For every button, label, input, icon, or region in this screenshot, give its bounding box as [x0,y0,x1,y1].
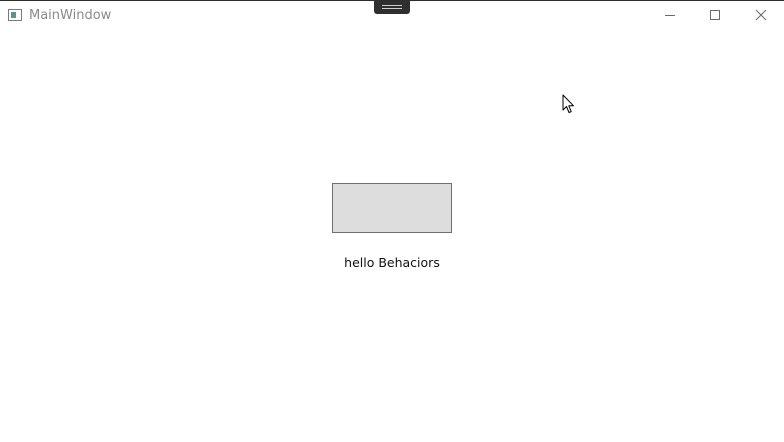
app-window-icon[interactable] [8,9,22,21]
drag-handle[interactable] [374,0,410,14]
title-bar[interactable]: MainWindow [0,0,784,31]
minimize-icon [665,15,675,16]
maximize-button[interactable] [693,1,738,31]
mouse-pointer-icon [562,94,574,113]
window-content: hello Behaciors [0,31,784,442]
close-button[interactable] [739,1,784,31]
hello-label: hello Behaciors [344,255,440,270]
close-icon [755,9,767,21]
rectangle-button[interactable] [332,183,452,233]
minimize-button[interactable] [648,1,693,31]
main-window: MainWindow hello Behaciors [0,0,784,442]
window-title: MainWindow [29,8,112,23]
maximize-icon [710,10,720,20]
